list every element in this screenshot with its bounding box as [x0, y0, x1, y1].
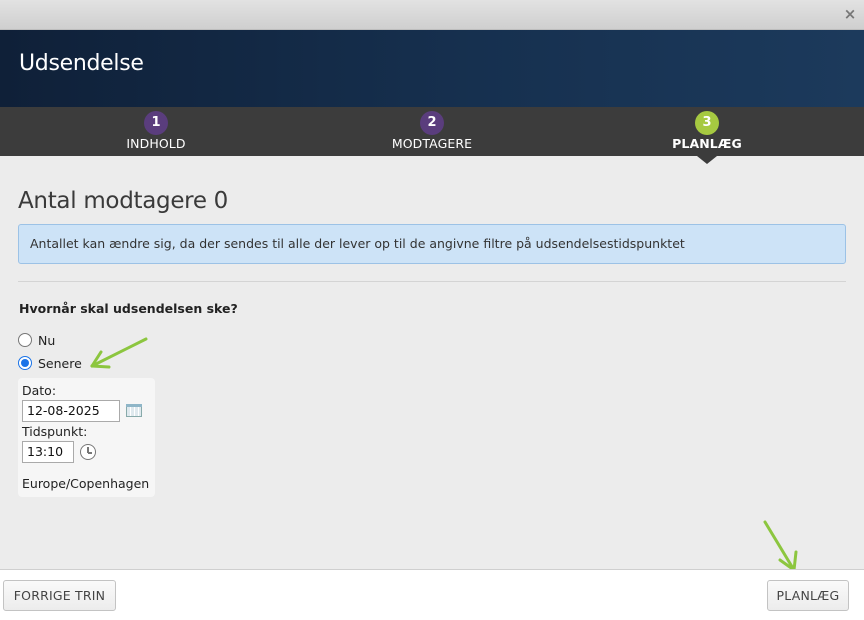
- step-indhold[interactable]: 1 INDHOLD: [106, 107, 206, 156]
- dialog-title: Udsendelse: [19, 51, 144, 76]
- step-label: MODTAGERE: [391, 136, 473, 151]
- step-planlaeg[interactable]: 3 PLANLÆG: [657, 107, 757, 156]
- divider: [18, 281, 846, 282]
- schedule-button[interactable]: PLANLÆG: [767, 580, 849, 611]
- step-number: 2: [420, 111, 444, 135]
- annotation-arrow-icon: [763, 520, 798, 572]
- date-field[interactable]: 12-08-2025: [22, 400, 120, 422]
- dialog-header: Udsendelse: [0, 30, 864, 107]
- window-titlebar: ×: [0, 0, 864, 30]
- page-title: Antal modtagere 0: [18, 188, 229, 214]
- time-label: Tidspunkt:: [22, 424, 88, 439]
- radio-label-now: Nu: [38, 332, 56, 348]
- radio-later[interactable]: [18, 356, 32, 370]
- step-label: PLANLÆG: [672, 136, 742, 151]
- option-now[interactable]: Nu: [18, 332, 55, 348]
- step-number: 3: [695, 111, 719, 135]
- radio-label-later: Senere: [38, 355, 82, 371]
- calendar-icon[interactable]: [126, 404, 142, 417]
- clock-icon[interactable]: [80, 444, 96, 460]
- date-label: Dato:: [22, 383, 57, 398]
- step-modtagere[interactable]: 2 MODTAGERE: [377, 107, 487, 156]
- previous-step-button[interactable]: FORRIGE TRIN: [3, 580, 116, 611]
- annotation-arrow-icon: [90, 337, 148, 369]
- radio-now[interactable]: [18, 333, 32, 347]
- step-number: 1: [144, 111, 168, 135]
- timezone-label: Europe/Copenhagen: [22, 476, 150, 491]
- wizard-steps: 1 INDHOLD 2 MODTAGERE 3 PLANLÆG: [0, 107, 864, 156]
- schedule-question: Hvornår skal udsendelsen ske?: [19, 301, 238, 316]
- dialog-footer: FORRIGE TRIN PLANLÆG: [0, 569, 864, 620]
- schedule-panel: Dato: 12-08-2025 Tidspunkt: 13:10 Europe…: [18, 378, 155, 497]
- option-later[interactable]: Senere: [18, 355, 82, 371]
- step-label: INDHOLD: [126, 136, 186, 151]
- info-alert: Antallet kan ændre sig, da der sendes ti…: [18, 224, 846, 264]
- close-icon[interactable]: ×: [842, 5, 858, 23]
- time-field[interactable]: 13:10: [22, 441, 74, 463]
